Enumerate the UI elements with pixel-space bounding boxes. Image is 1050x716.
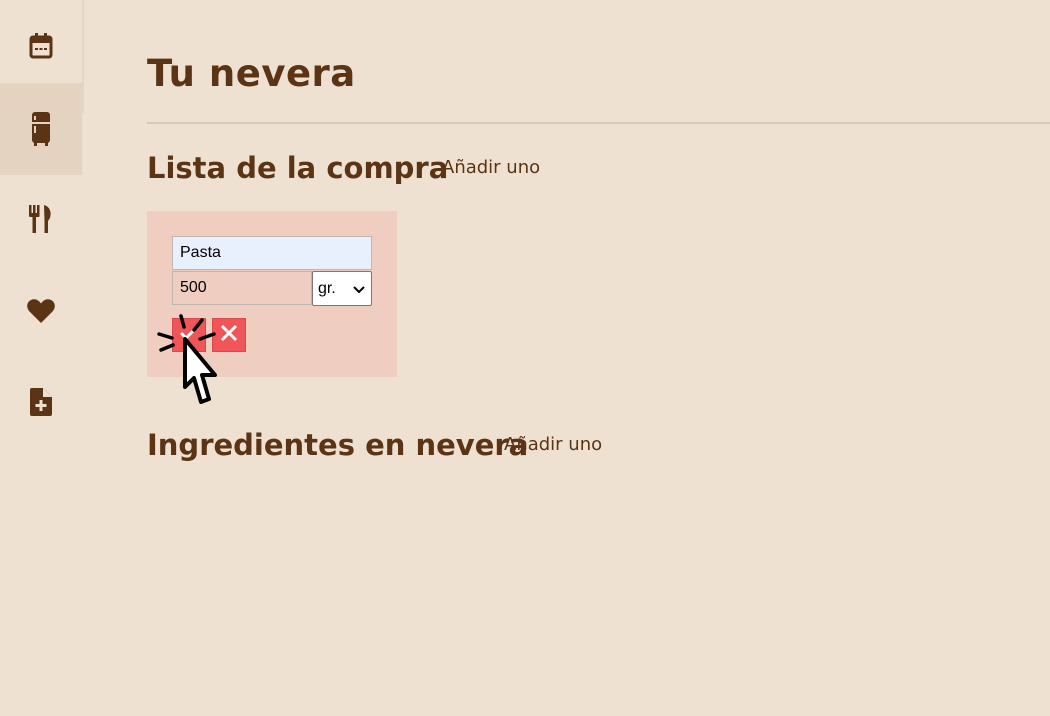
item-quantity-input[interactable] (172, 271, 312, 305)
sidebar-item-favorites[interactable] (0, 265, 82, 357)
unit-select[interactable]: gr. (312, 271, 372, 306)
unit-select-value: gr. (318, 279, 336, 297)
confirm-button[interactable] (172, 318, 206, 352)
fridge-ingredients-add-link[interactable]: Añadir uno (504, 434, 602, 455)
sidebar-item-new-recipe[interactable] (0, 356, 82, 448)
shopping-item-form: gr. (147, 211, 397, 377)
item-name-input[interactable] (172, 236, 372, 270)
page-title: Tu nevera (147, 52, 356, 95)
calendar-icon (29, 33, 53, 59)
file-plus-icon (30, 388, 52, 416)
sidebar (0, 0, 83, 716)
shopping-list-add-link[interactable]: Añadir uno (442, 157, 540, 178)
sidebar-item-recipes[interactable] (0, 173, 82, 265)
sidebar-item-fridge[interactable] (0, 83, 82, 175)
cancel-button[interactable] (212, 318, 246, 352)
fridge-ingredients-heading: Ingredientes en nevera (147, 428, 529, 462)
sidebar-item-calendar[interactable] (0, 0, 82, 92)
fork-knife-icon (28, 205, 54, 233)
close-icon (219, 323, 239, 347)
heart-icon (27, 299, 55, 323)
fridge-icon (32, 112, 50, 146)
chevron-down-icon (352, 282, 366, 300)
title-divider (147, 122, 1050, 124)
check-icon (179, 325, 199, 345)
sidebar-divider (82, 0, 84, 113)
shopping-list-heading: Lista de la compra (147, 151, 449, 185)
